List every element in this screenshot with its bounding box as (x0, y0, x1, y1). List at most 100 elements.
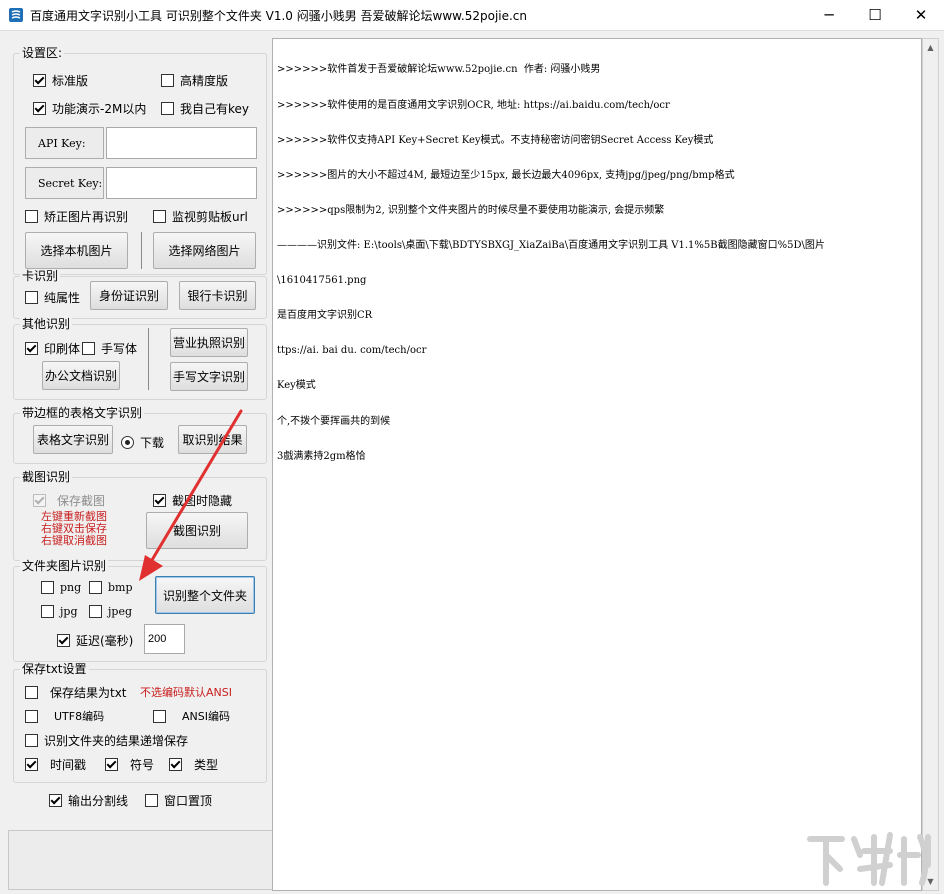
log-line: 3戲满素持2gm格恰 (277, 450, 366, 462)
jpeg-check-icon (89, 605, 102, 618)
log-line: ————识别文件: E:\tools\桌面\下载\BDTYSBXGJ_XiaZa… (277, 239, 825, 251)
bmp-check-icon (89, 581, 102, 594)
demo-check-icon (33, 102, 46, 115)
bank-card-button[interactable]: 银行卡识别 (179, 281, 256, 310)
topmost-check-icon (145, 794, 158, 807)
symbol-check-icon (105, 758, 118, 771)
monitor-clipboard-check-icon (153, 210, 166, 223)
log-line: 个,不拨个要挥画共的到候 (277, 415, 391, 427)
monitor-clipboard-checkbox[interactable]: 监视剪贴板url (153, 208, 248, 225)
close-icon: ✕ (914, 6, 928, 24)
select-local-image-button[interactable]: 选择本机图片 (25, 232, 128, 269)
divider (141, 232, 142, 269)
maximize-icon: ☐ (868, 6, 882, 24)
window-title: 百度通用文字识别小工具 可识别整个文件夹 V1.0 闷骚小贱男 吾爱破解论坛ww… (30, 9, 528, 23)
watermark-logo-icon (807, 832, 931, 886)
type-checkbox[interactable]: 类型 (169, 756, 218, 773)
api-key-input[interactable] (107, 128, 256, 158)
settings-group-title: 设置区: (20, 46, 65, 60)
demo-mode-checkbox[interactable]: 功能演示-2M以内 (33, 100, 146, 117)
delay-field[interactable] (144, 624, 185, 654)
capture-hints: 左键重新截图 右键双击保存 右键取消截图 (41, 511, 107, 547)
api-key-label: API Key: (25, 127, 104, 159)
secret-key-field[interactable] (106, 167, 257, 199)
topmost-checkbox[interactable]: 窗口置顶 (145, 792, 212, 809)
table-recognition-button[interactable]: 表格文字识别 (33, 425, 113, 454)
log-lines: >>>>>>软件首发于吾爱破解论坛www.52pojie.cn 作者: 闷骚小贱… (277, 41, 825, 486)
symbol-checkbox[interactable]: 符号 (105, 756, 154, 773)
own-key-check-icon (161, 102, 174, 115)
select-web-image-button[interactable]: 选择网络图片 (153, 232, 256, 269)
log-line: >>>>>>qps限制为2, 识别整个文件夹图片的时候尽量不要使用功能演示, 会… (277, 204, 665, 216)
scroll-up-icon[interactable]: ▲ (923, 39, 938, 56)
minimize-icon: ─ (824, 6, 834, 24)
pure-attr-check-icon (25, 291, 38, 304)
high-precision-checkbox[interactable]: 高精度版 (161, 72, 228, 89)
log-scrollbar[interactable]: ▲ ▼ (922, 38, 939, 891)
incremental-save-checkbox[interactable]: 识别文件夹的结果递增保存 (25, 732, 188, 749)
annotation-arrow-icon (139, 409, 243, 581)
save-screenshot-check-icon (33, 494, 46, 507)
delay-check-icon (57, 634, 70, 647)
log-line: \1610417561.png (277, 275, 367, 287)
api-key-field[interactable] (106, 127, 257, 159)
save-txt-group-title: 保存txt设置 (20, 662, 89, 676)
log-line: 是百度用文字识别CR (277, 310, 373, 322)
delay-checkbox[interactable]: 延迟(毫秒) (57, 632, 133, 649)
output-divider-checkbox[interactable]: 输出分割线 (49, 792, 128, 809)
handwriting-button[interactable]: 手写文字识别 (170, 362, 248, 391)
status-panel (8, 830, 273, 890)
save-as-txt-checkbox[interactable]: 保存结果为txt (25, 684, 127, 701)
hint-line: 右键取消截图 (41, 534, 107, 547)
printed-checkbox[interactable]: 印刷体 (25, 340, 80, 357)
correct-image-check-icon (25, 210, 38, 223)
business-license-button[interactable]: 营业执照识别 (170, 328, 248, 357)
jpg-checkbox[interactable]: jpg (41, 605, 78, 618)
minimize-button[interactable]: ─ (806, 0, 852, 30)
high-precision-check-icon (161, 74, 174, 87)
incremental-check-icon (25, 734, 38, 747)
screenshot-group-title: 截图识别 (20, 470, 73, 484)
png-checkbox[interactable]: png (41, 581, 81, 594)
log-line: >>>>>>软件仅支持API Key+Secret Key模式。不支持秘密访问密… (277, 134, 714, 146)
save-screenshot-checkbox[interactable]: 保存截图 (33, 492, 105, 509)
own-key-checkbox[interactable]: 我自己有key (161, 100, 249, 117)
standard-checkbox[interactable]: 标准版 (33, 72, 88, 89)
other-group-title: 其他识别 (20, 317, 73, 331)
ansi-check-icon (153, 709, 166, 723)
id-card-button[interactable]: 身份证识别 (90, 281, 168, 310)
handwritten-check-icon (82, 342, 95, 355)
close-button[interactable]: ✕ (898, 0, 944, 30)
png-check-icon (41, 581, 54, 594)
save-as-txt-check-icon (25, 686, 38, 699)
secret-key-label: Secret Key: (25, 167, 104, 199)
maximize-button[interactable]: ☐ (852, 0, 898, 30)
standard-check-icon (33, 74, 46, 87)
jpg-check-icon (41, 605, 54, 618)
log-line: >>>>>>软件首发于吾爱破解论坛www.52pojie.cn 作者: 闷骚小贱… (277, 64, 601, 76)
ansi-checkbox[interactable]: ANSI编码 (153, 708, 230, 724)
utf8-checkbox[interactable]: UTF8编码 (25, 708, 104, 724)
divider (148, 328, 149, 390)
encoding-hint: 不选编码默认ANSI (140, 686, 232, 699)
card-group-title: 卡识别 (20, 269, 61, 283)
pure-attr-checkbox[interactable]: 纯属性 (25, 289, 80, 306)
log-line: Key模式 (277, 380, 316, 392)
handwritten-checkbox[interactable]: 手写体 (82, 340, 137, 357)
timestamp-checkbox[interactable]: 时间戳 (25, 756, 86, 773)
title-bar: 百度通用文字识别小工具 可识别整个文件夹 V1.0 闷骚小贱男 吾爱破解论坛ww… (0, 0, 944, 31)
utf8-check-icon (25, 709, 38, 723)
correct-image-checkbox[interactable]: 矫正图片再识别 (25, 208, 128, 225)
log-line: >>>>>>软件使用的是百度通用文字识别OCR, 地址: https://ai.… (277, 99, 670, 111)
log-line: ttps://ai. bai du. com/tech/ocr (277, 345, 427, 357)
printed-check-icon (25, 342, 38, 355)
delay-input[interactable] (145, 625, 184, 653)
log-line: >>>>>>图片的大小不超过4M, 最短边至少15px, 最长边最大4096px… (277, 169, 735, 181)
jpeg-checkbox[interactable]: jpeg (89, 605, 132, 618)
type-check-icon (169, 758, 182, 771)
office-doc-button[interactable]: 办公文档识别 (42, 361, 120, 390)
log-output[interactable]: >>>>>>软件首发于吾爱破解论坛www.52pojie.cn 作者: 闷骚小贱… (272, 38, 922, 891)
output-divider-check-icon (49, 794, 62, 807)
secret-key-input[interactable] (107, 168, 256, 198)
timestamp-check-icon (25, 758, 38, 771)
